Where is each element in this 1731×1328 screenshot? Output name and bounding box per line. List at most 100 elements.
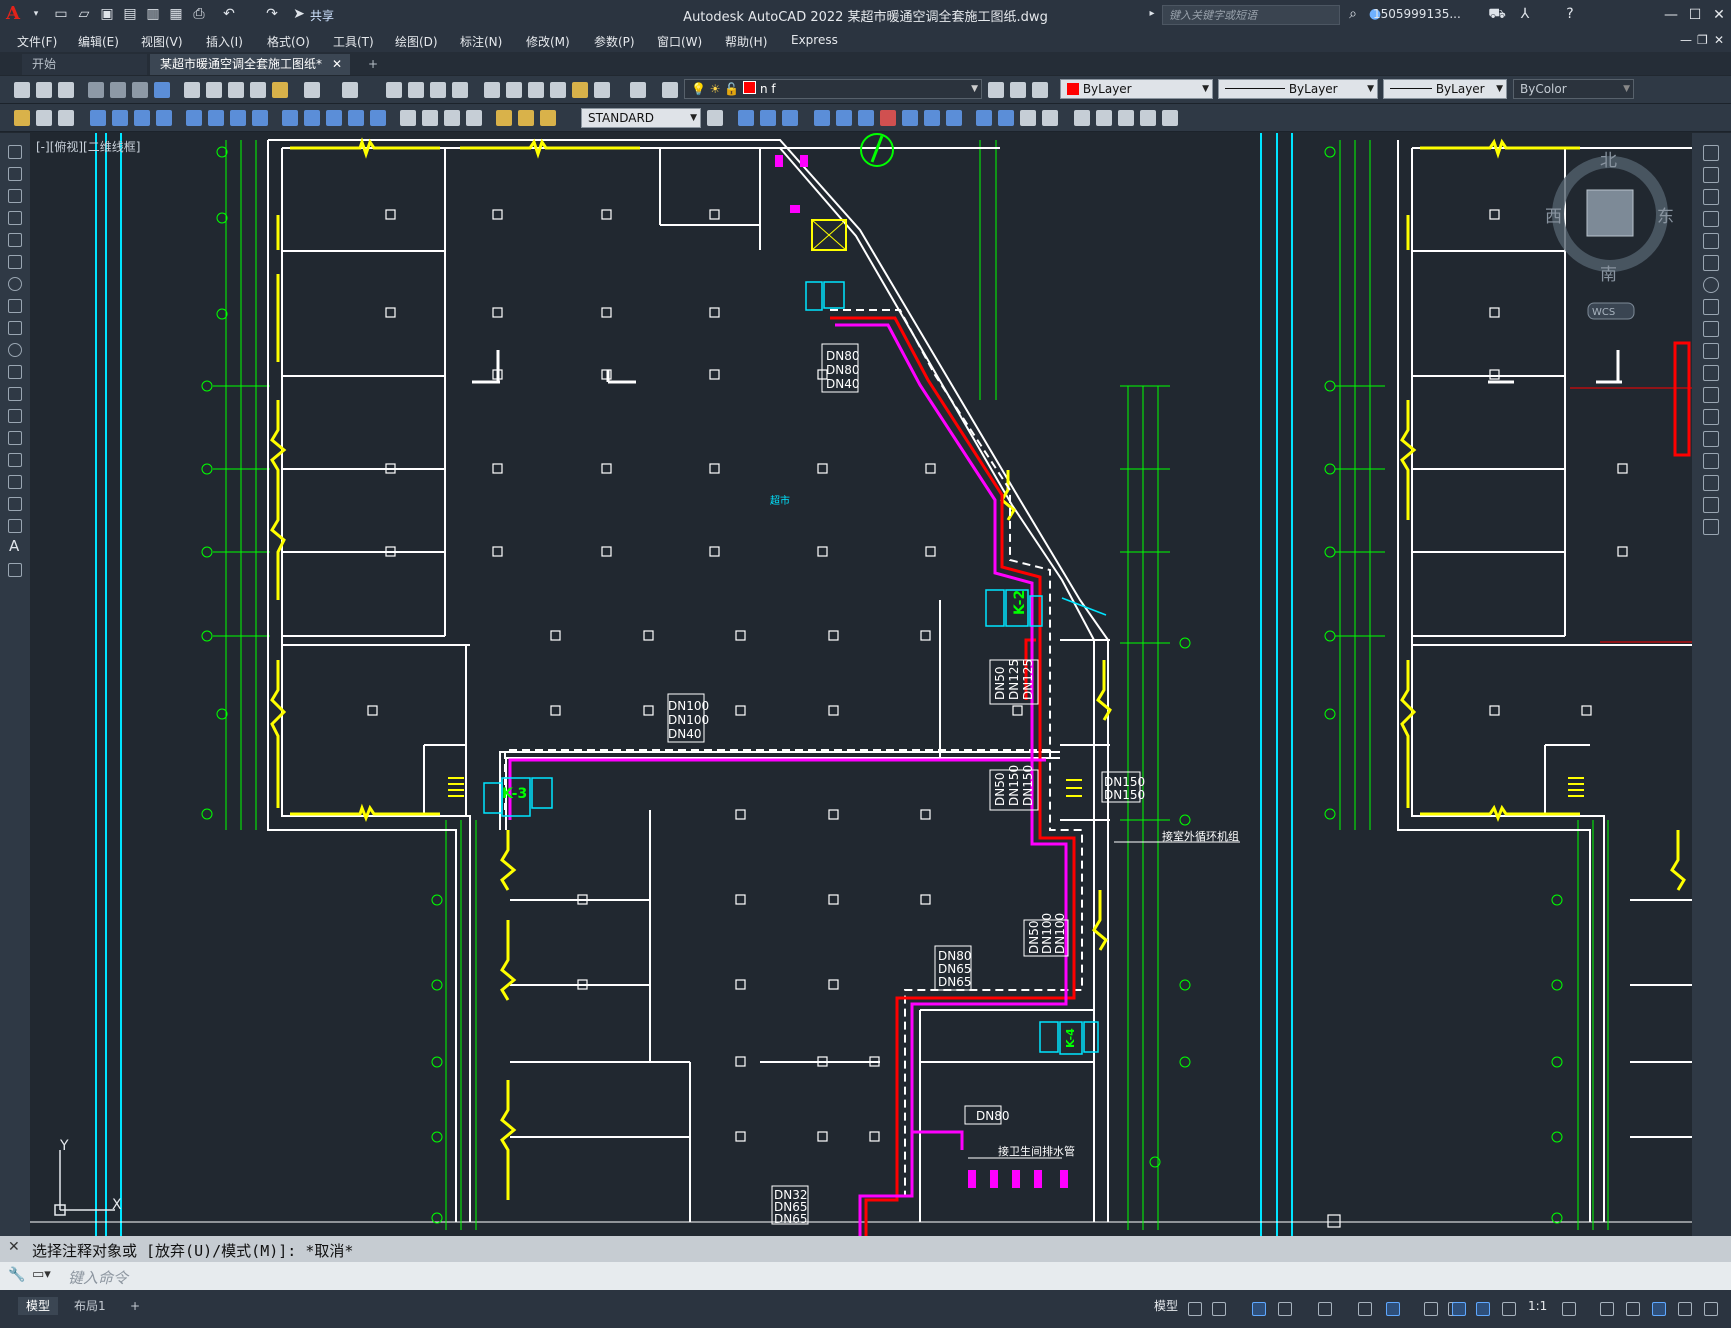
plotstyle-dropdown[interactable]: ByColor ▼ — [1513, 79, 1634, 99]
xref-icon[interactable] — [1020, 110, 1036, 126]
point-icon[interactable] — [8, 431, 22, 445]
menu-dimension[interactable]: 标注(N) — [460, 33, 502, 50]
viewcube-north[interactable]: 北 — [1600, 151, 1617, 171]
radius-dim-icon[interactable] — [186, 110, 202, 126]
close-command-icon[interactable]: ✕ — [8, 1239, 20, 1255]
layer-dropdown[interactable]: 💡 ☀ 🔓 n f ▼ — [684, 79, 982, 99]
doc-restore-icon[interactable]: ❐ — [1697, 33, 1708, 47]
undo-toolbar-icon[interactable] — [304, 82, 320, 98]
copy-icon[interactable] — [206, 82, 222, 98]
dim-space-icon[interactable] — [348, 110, 364, 126]
cut-icon[interactable] — [184, 82, 200, 98]
multiline-text-icon[interactable]: A — [9, 537, 19, 555]
quick-properties-icon[interactable] — [1652, 1302, 1666, 1316]
tool-palettes-icon[interactable] — [528, 82, 544, 98]
autodesk-app-icon[interactable]: ⅄ — [1516, 5, 1534, 23]
adjust-icon[interactable] — [1096, 110, 1112, 126]
customize-icon[interactable]: 🔧 — [8, 1267, 25, 1283]
3d-print-icon[interactable] — [154, 82, 170, 98]
add-layout-button[interactable]: + — [122, 1297, 148, 1315]
baseline-icon[interactable] — [304, 110, 320, 126]
draworder-back-icon[interactable] — [760, 110, 776, 126]
hatch-icon[interactable] — [8, 453, 22, 467]
tab-close-icon[interactable]: ✕ — [332, 54, 342, 75]
inspect-icon[interactable] — [444, 110, 460, 126]
make-current-icon[interactable] — [988, 82, 1004, 98]
arc-icon[interactable] — [8, 255, 22, 269]
recent-commands-icon[interactable]: ▭▾ — [32, 1267, 51, 1282]
break-icon[interactable] — [1703, 409, 1719, 425]
menu-edit[interactable]: 编辑(E) — [78, 33, 119, 50]
publish-icon[interactable] — [132, 82, 148, 98]
rectangle-icon[interactable] — [8, 233, 22, 247]
drawing-canvas[interactable]: DN80 DN80 DN40 DN100 DN100 DN40 DN50 DN1… — [30, 133, 1692, 1236]
model-space-button[interactable]: 模型 — [1146, 1297, 1186, 1315]
construction-line-icon[interactable] — [8, 167, 22, 181]
osnap-icon[interactable] — [1386, 1302, 1400, 1316]
calculator-icon[interactable] — [594, 82, 610, 98]
clean-screen-icon[interactable] — [1678, 1302, 1692, 1316]
grid-icon[interactable] — [1188, 1302, 1202, 1316]
dim-break-icon[interactable] — [370, 110, 386, 126]
snap-underlay-icon[interactable] — [1162, 110, 1178, 126]
tab-drawing[interactable]: 某超市暖通空调全套施工图纸* ✕ — [150, 54, 350, 75]
linear-dim-icon[interactable] — [90, 110, 106, 126]
text-style-icon[interactable] — [36, 110, 52, 126]
mirror-icon[interactable] — [1703, 189, 1719, 205]
draworder-front-icon[interactable] — [738, 110, 754, 126]
annotation-scale-icon[interactable] — [1502, 1302, 1516, 1316]
help-icon[interactable]: ? — [1561, 5, 1579, 23]
command-input[interactable]: 键入命令 — [68, 1267, 128, 1288]
cart-icon[interactable]: ⛟ — [1488, 5, 1506, 23]
chamfer-icon[interactable] — [1703, 453, 1719, 469]
move-icon[interactable] — [1703, 255, 1719, 271]
extend-icon[interactable] — [1703, 365, 1719, 381]
minimize-button[interactable]: — — [1659, 4, 1683, 26]
add-selected-icon[interactable] — [8, 563, 22, 577]
plot-toolbar-icon[interactable] — [88, 82, 104, 98]
polyline-icon[interactable] — [8, 189, 22, 203]
linetype-dropdown[interactable]: ByLayer ▼ — [1218, 79, 1378, 99]
erase-icon[interactable] — [1703, 145, 1719, 161]
break-at-point-icon[interactable] — [1703, 387, 1719, 403]
viewcube-south[interactable]: 南 — [1600, 265, 1617, 285]
doc-minimize-icon[interactable]: — — [1680, 33, 1692, 47]
group-icon[interactable] — [814, 110, 830, 126]
jogged-linear-icon[interactable] — [466, 110, 482, 126]
user-name[interactable]: 1505999135... — [1373, 7, 1461, 21]
qnew-icon[interactable] — [14, 82, 30, 98]
revcloud-icon[interactable] — [8, 299, 22, 313]
chevron-right-icon[interactable]: ▸ — [1143, 5, 1161, 23]
dim-text-edit-icon[interactable] — [518, 110, 534, 126]
rotate-icon[interactable] — [1703, 277, 1719, 293]
tolerance-icon[interactable] — [400, 110, 416, 126]
menu-file[interactable]: 文件(F) — [17, 33, 57, 50]
zoom-previous-icon[interactable] — [452, 82, 468, 98]
lineweight-dropdown[interactable]: ByLayer ▼ — [1383, 79, 1507, 99]
menu-window[interactable]: 窗口(W) — [657, 33, 702, 50]
annotation-monitor-icon[interactable] — [1600, 1302, 1614, 1316]
gradient-icon[interactable] — [8, 475, 22, 489]
table-style-icon[interactable] — [58, 110, 74, 126]
quick-dim-icon[interactable] — [282, 110, 298, 126]
units-icon[interactable] — [1626, 1302, 1640, 1316]
plot-preview-icon[interactable] — [110, 82, 126, 98]
color-dropdown[interactable]: ByLayer ▼ — [1060, 79, 1213, 99]
zoom-realtime-icon[interactable] — [408, 82, 424, 98]
ungroup-icon[interactable] — [836, 110, 852, 126]
group-bounding-icon[interactable] — [902, 110, 918, 126]
frames-icon[interactable] — [1118, 110, 1134, 126]
menu-draw[interactable]: 绘图(D) — [395, 33, 438, 50]
polygon-icon[interactable] — [8, 211, 22, 225]
maximize-button[interactable]: ☐ — [1683, 4, 1707, 26]
ordinate-icon[interactable] — [156, 110, 172, 126]
copy-object-icon[interactable] — [1703, 167, 1719, 183]
center-mark-icon[interactable] — [422, 110, 438, 126]
block-create-icon[interactable] — [998, 110, 1014, 126]
doc-close-icon[interactable]: ✕ — [1714, 33, 1724, 47]
layer-states-icon[interactable] — [1032, 82, 1048, 98]
layer-previous-icon[interactable] — [1010, 82, 1026, 98]
text-style-dropdown[interactable]: STANDARD ▼ — [581, 108, 701, 128]
search-icon[interactable]: ⌕ — [1344, 5, 1362, 23]
annotation-visibility-icon[interactable] — [1452, 1302, 1466, 1316]
